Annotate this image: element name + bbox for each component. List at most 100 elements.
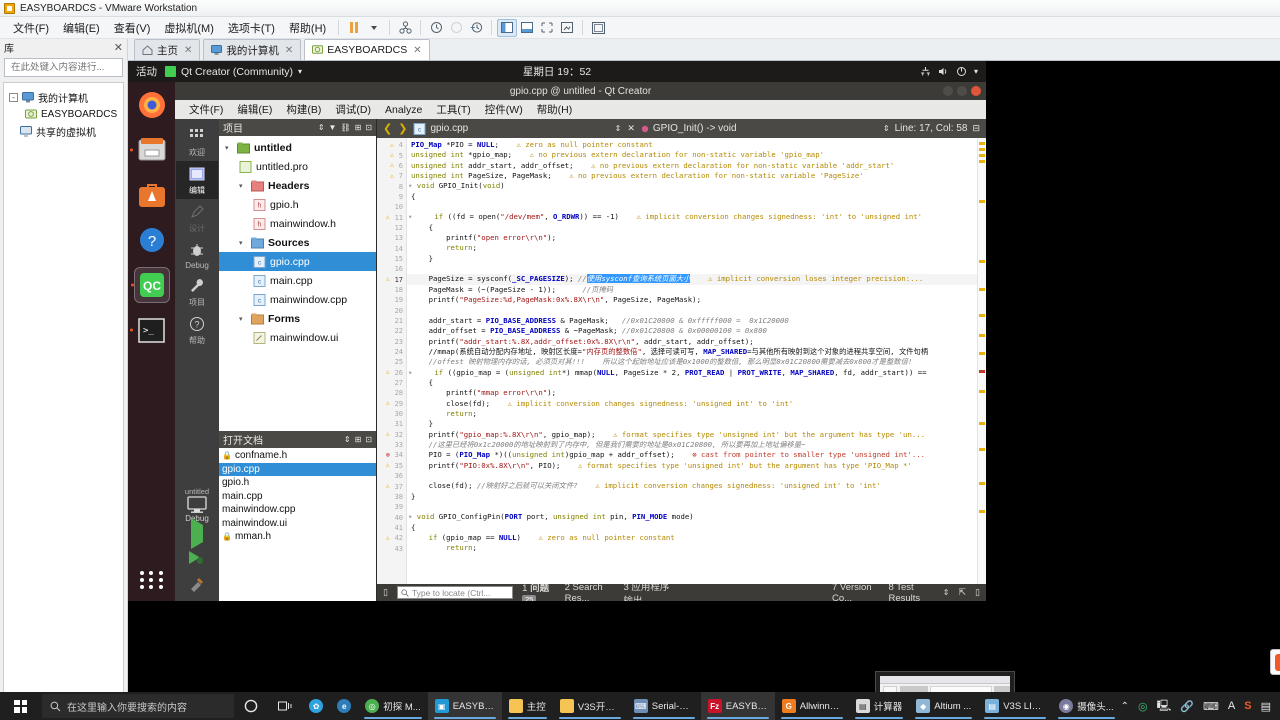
app-menu-button[interactable]: Qt Creator (Community) ▾: [165, 66, 302, 78]
mode-help[interactable]: ? 帮助: [176, 311, 218, 349]
project-tree-item-untitled-pro[interactable]: untitled.pro: [219, 157, 376, 176]
editor-line-number[interactable]: 10: [377, 202, 406, 212]
close-button[interactable]: [971, 86, 981, 96]
taskbar-app-altium[interactable]: ◆ Altium ...: [909, 692, 978, 720]
editor-line-number[interactable]: 24: [377, 347, 406, 357]
editor-code-line[interactable]: {: [407, 378, 977, 388]
dock-item-files[interactable]: [134, 132, 170, 168]
notifications-icon[interactable]: ▤: [1261, 700, 1271, 713]
taskbar-app-folder-v3s[interactable]: V3S开发...: [553, 692, 627, 720]
expander-icon[interactable]: ▾: [239, 182, 247, 190]
mode-edit[interactable]: 编辑: [176, 161, 218, 199]
task-view-icon[interactable]: [268, 692, 302, 720]
taskbar-app-v3s-linux[interactable]: ▤ V3S LIN...: [978, 692, 1052, 720]
output-tab-version-control[interactable]: 7 Version Co...: [832, 582, 879, 602]
editor-line-number[interactable]: 28: [377, 388, 406, 398]
taskbar-app-folder-zhukong[interactable]: 主控: [502, 692, 553, 720]
qtc-menu-help[interactable]: 帮助(H): [531, 101, 579, 118]
taskbar-app-calculator[interactable]: ▤ 计算器: [849, 692, 910, 720]
editor-code-line[interactable]: PIO = (PIO_Map *)((unsigned int)gpio_map…: [407, 450, 977, 460]
editor-line-number[interactable]: 25: [377, 357, 406, 367]
editor-code-line[interactable]: {: [407, 223, 977, 233]
vm-screen[interactable]: 活动 Qt Creator (Community) ▾ 星期日 19：52 ▾: [128, 61, 1280, 702]
taskbar-search-box[interactable]: 在这里输入你要搜索的内容: [41, 694, 234, 718]
open-document-main-cpp[interactable]: main.cpp: [219, 490, 376, 504]
editor-code-line[interactable]: ▾ void GPIO_ConfigPin(PORT port, unsigne…: [407, 512, 977, 522]
editor-code-line[interactable]: printf("addr_start:%.8X,addr_offset:0x%.…: [407, 337, 977, 347]
split-icon[interactable]: ⊞: [355, 123, 362, 132]
editor-line-number[interactable]: ⚠ 37: [377, 481, 406, 491]
taskbar-app-edge[interactable]: e: [330, 692, 358, 720]
sort-icon[interactable]: ⇕: [344, 435, 351, 444]
editor-code-line[interactable]: printf("PageSize:%d,PageMask:0x%.8X\r\n"…: [407, 295, 977, 305]
expander-icon[interactable]: ▾: [239, 239, 247, 247]
dock-item-software-center[interactable]: [134, 177, 170, 213]
library-item-shared-vms[interactable]: 共享的虚拟机: [7, 123, 120, 140]
open-document-mainwindow-ui[interactable]: mainwindow.ui: [219, 517, 376, 531]
editor-line-number[interactable]: 40: [377, 512, 406, 522]
editor-cursor-position[interactable]: ⇕ Line: 17, Col: 58 ⊟: [883, 123, 980, 134]
editor-code-line[interactable]: {: [407, 192, 977, 202]
open-document-confname-h[interactable]: 🔒 confname.h: [219, 449, 376, 463]
open-document-gpio-cpp[interactable]: gpio.cpp: [219, 462, 376, 476]
editor-code-line[interactable]: printf("PIO:0x%.8X\r\n", PIO); ⚠ format …: [407, 461, 977, 471]
nav-forward-icon[interactable]: ❯: [398, 122, 407, 135]
output-pane-sort-icon[interactable]: ⇕: [943, 588, 950, 597]
editor-line-number[interactable]: ⚠ 7: [377, 171, 406, 181]
show-thumbnails-icon[interactable]: [517, 19, 537, 37]
editor-line-number[interactable]: 27: [377, 378, 406, 388]
run-button[interactable]: [191, 518, 203, 549]
qtc-menu-analyze[interactable]: Analyze: [379, 103, 428, 117]
activities-button[interactable]: 活动: [136, 64, 157, 79]
windows-start-icon[interactable]: [0, 692, 42, 720]
dock-item-help[interactable]: ?: [134, 222, 170, 258]
editor-code-line[interactable]: [407, 502, 977, 512]
editor-code-line[interactable]: //mmap(系统自动分配内存地址, 映射区长度="内存页的整数倍", 选择可读…: [407, 347, 977, 357]
vmware-tab-easyboardcs[interactable]: EASYBOARDCS ✕: [304, 39, 430, 60]
open-document-mman-h[interactable]: 🔒 mman.h: [219, 530, 376, 544]
project-tree-item-gpio-cpp[interactable]: c gpio.cpp: [219, 252, 376, 271]
editor-code-line[interactable]: ▾ if ((fd = open("/dev/mem", O_RDWR)) ==…: [407, 212, 977, 222]
minimize-button[interactable]: [943, 86, 953, 96]
editor-code-line[interactable]: return;: [407, 409, 977, 419]
editor-line-number[interactable]: 16: [377, 264, 406, 274]
editor-code-line[interactable]: printf("open error\r\n");: [407, 233, 977, 243]
editor-code[interactable]: PIO_Map *PIO = NULL; ⚠ zero as null poin…: [407, 138, 977, 584]
project-tree-item-untitled[interactable]: ▾ untitled: [219, 138, 376, 157]
taskbar-app-serial[interactable]: ⌨ Serial-C...: [627, 692, 701, 720]
editor-line-number[interactable]: 21: [377, 316, 406, 326]
network-icon[interactable]: 🖳: [1157, 697, 1172, 716]
editor-line-number[interactable]: ⚠ 29: [377, 399, 406, 409]
close-icon[interactable]: ⊡: [365, 435, 372, 444]
editor-code-line[interactable]: PageSize = sysconf(_SC_PAGESIZE); //使用sy…: [407, 274, 977, 285]
library-item-my-computer[interactable]: - 我的计算机: [7, 89, 120, 106]
editor-code-line[interactable]: [407, 471, 977, 481]
library-item-easyboardcs[interactable]: EASYBOARDCS: [7, 106, 120, 123]
editor-line-number[interactable]: ⚠ 42: [377, 533, 406, 543]
pause-icon[interactable]: [344, 19, 364, 37]
editor-code-line[interactable]: }: [407, 492, 977, 502]
editor-code-line[interactable]: if (gpio_map == NULL) ⚠ zero as null poi…: [407, 533, 977, 543]
vmware-menu-file[interactable]: 文件(F): [6, 18, 56, 38]
debug-run-button[interactable]: [188, 550, 206, 570]
editor-code-line[interactable]: //这里已经将0x1c20000的地址映射到了内存中, 但是我们需要的地址是0x…: [407, 440, 977, 450]
editor-code-line[interactable]: addr_start = PIO_BASE_ADDRESS & PageMask…: [407, 316, 977, 326]
chevron-up-icon[interactable]: ⌃: [1121, 701, 1129, 712]
editor-code-line[interactable]: return;: [407, 243, 977, 253]
editor-code-line[interactable]: close(fd); //映射好之后就可以关闭文件? ⚠ implicit co…: [407, 481, 977, 491]
taskbar-app-filezilla[interactable]: Fz EASYBO...: [700, 692, 775, 720]
dock-item-firefox[interactable]: [134, 87, 170, 123]
vmware-tab-home[interactable]: 主页 ✕: [134, 39, 201, 60]
editor-code-line[interactable]: unsigned int PageSize, PageMask; ⚠ no pr…: [407, 171, 977, 181]
qtc-menu-window[interactable]: 控件(W): [479, 101, 529, 118]
expander-icon[interactable]: -: [9, 93, 18, 102]
qtc-menu-debug[interactable]: 调试(D): [329, 101, 377, 118]
editor-code-line[interactable]: PageMask = (~(PageSize - 1)); //页掩码: [407, 285, 977, 295]
library-search-input[interactable]: [11, 62, 143, 73]
editor-code-line[interactable]: PIO_Map *PIO = NULL; ⚠ zero as null poin…: [407, 140, 977, 150]
open-documents-list[interactable]: 🔒 confname.h gpio.cpp gpio.h main.cpp ma…: [219, 448, 376, 601]
project-tree-item-main-cpp[interactable]: c main.cpp: [219, 271, 376, 290]
code-editor[interactable]: ⚠ 4 ⚠ 5 ⚠ 6 ⚠ 7 8 9 10 ⚠ 11 12 13 14 15 16 ⚠ 17 18 19 20 21 22 23…: [377, 138, 986, 584]
link-icon[interactable]: 🔗: [1180, 700, 1194, 713]
project-tree-item-gpio-h[interactable]: h gpio.h: [219, 195, 376, 214]
